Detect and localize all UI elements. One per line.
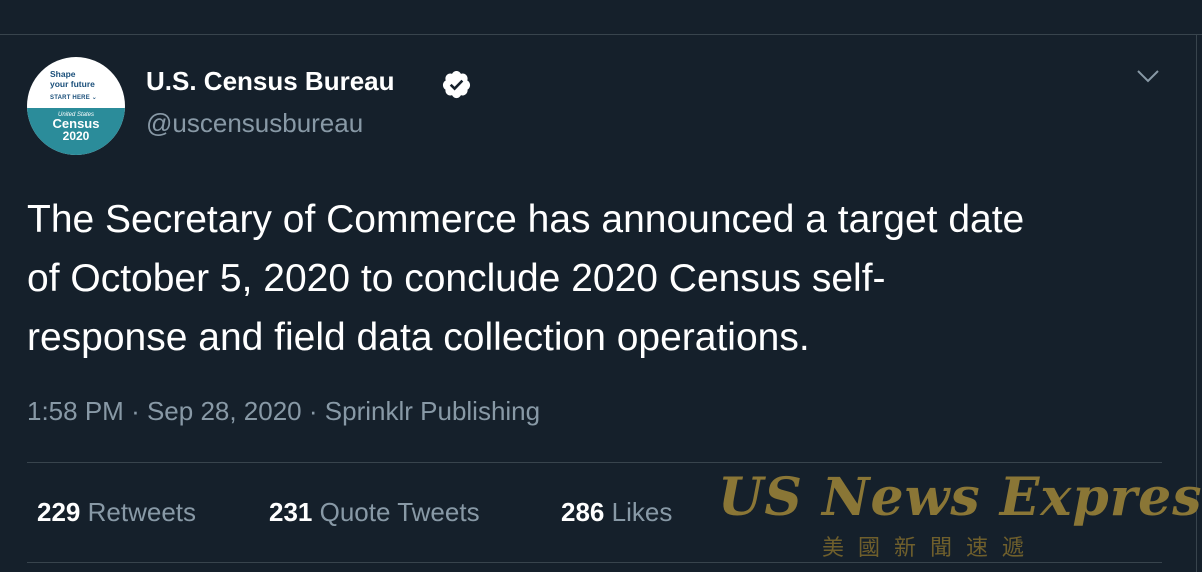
meta-separator: · [308, 396, 325, 426]
quote-tweets-stat[interactable]: 231 Quote Tweets [269, 497, 480, 528]
avatar-shape-text: Shape your future [50, 69, 95, 89]
stats-divider-top [27, 462, 1162, 463]
watermark-logo: US News Express [718, 467, 1202, 528]
quote-tweets-label: Quote Tweets [319, 497, 480, 527]
display-name[interactable]: U.S. Census Bureau [146, 66, 395, 97]
chevron-down-icon[interactable] [1136, 68, 1160, 84]
avatar-start-here-text: START HERE [50, 95, 90, 101]
retweets-label: Retweets [87, 497, 197, 527]
meta-separator: · [131, 396, 147, 426]
retweets-count: 229 [37, 497, 81, 527]
avatar-census-band: United States Census 2020 [27, 108, 125, 155]
top-border [0, 34, 1202, 35]
tweet-date[interactable]: Sep 28, 2020 [147, 396, 302, 426]
tweet-meta: 1:58 PM · Sep 28, 2020 · Sprinklr Publis… [27, 396, 540, 427]
avatar-year: 2020 [62, 129, 90, 143]
likes-stat[interactable]: 286 Likes [561, 497, 672, 528]
retweets-stat[interactable]: 229 Retweets [37, 497, 196, 528]
quote-tweets-count: 231 [269, 497, 313, 527]
likes-count: 286 [561, 497, 605, 527]
tweet-text-line: of October 5, 2020 to conclude 2020 Cens… [27, 257, 886, 300]
avatar-shape-line2: your future [50, 79, 95, 89]
avatar-start-here: START HERE ⌄ [50, 95, 97, 101]
tweet-text: The Secretary of Commerce has announced … [27, 190, 1177, 367]
avatar-shape-line1: Shape [50, 69, 76, 79]
tweet-text-line: response and field data collection opera… [27, 316, 810, 359]
tweet-source[interactable]: Sprinklr Publishing [325, 396, 540, 426]
stats-divider-bottom [27, 562, 1162, 563]
likes-label: Likes [611, 497, 673, 527]
avatar[interactable]: Shape your future START HERE ⌄ United St… [27, 57, 125, 155]
verified-badge-icon [442, 70, 471, 99]
tweet-time[interactable]: 1:58 PM [27, 396, 124, 426]
watermark-subtitle: 美國新聞速遞 [822, 536, 1039, 561]
handle[interactable]: @uscensusbureau [146, 108, 363, 139]
tweet-text-line: The Secretary of Commerce has announced … [27, 198, 1025, 241]
